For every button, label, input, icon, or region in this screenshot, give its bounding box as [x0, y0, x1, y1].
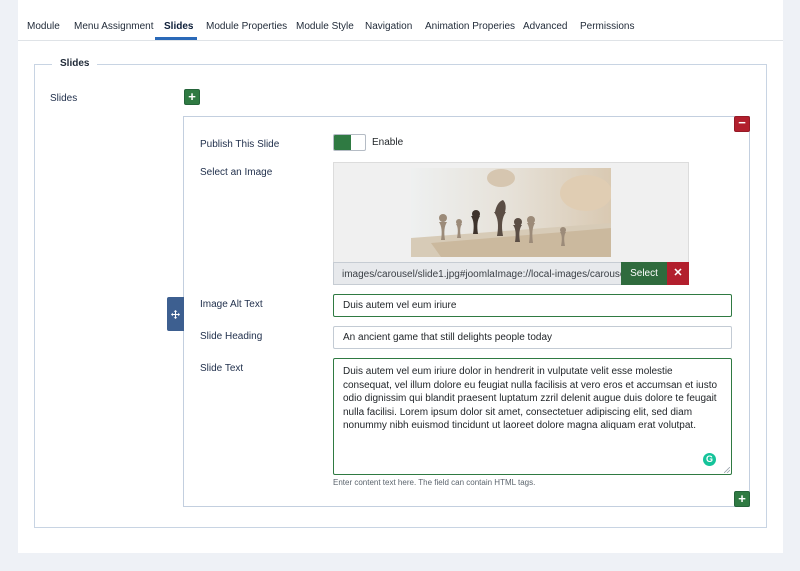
image-label: Select an Image: [200, 167, 273, 178]
publish-label: Publish This Slide: [200, 139, 280, 150]
grammarly-icon[interactable]: G: [703, 453, 716, 466]
tab-menu-assignment[interactable]: Menu Assignment: [74, 21, 154, 32]
alt-text-label: Image Alt Text: [200, 299, 263, 310]
tab-advanced[interactable]: Advanced: [523, 21, 567, 32]
tab-permissions[interactable]: Permissions: [580, 21, 634, 32]
tab-module-style[interactable]: Module Style: [296, 21, 354, 32]
toggle-on-indicator: [334, 135, 351, 150]
slides-field-label: Slides: [50, 93, 78, 104]
resize-grip-icon[interactable]: [724, 467, 730, 473]
publish-state-label: Enable: [372, 137, 404, 148]
image-preview-area: [333, 162, 689, 262]
tab-navigation[interactable]: Navigation: [365, 21, 412, 32]
active-tab-indicator: [155, 37, 197, 40]
chess-image-preview: [411, 168, 611, 257]
module-editor-panel: Module Menu Assignment Slides Module Pro…: [18, 0, 783, 553]
slide-text-helper: Enter content text here. The field can c…: [333, 478, 536, 487]
publish-toggle[interactable]: [333, 134, 366, 151]
clear-image-button[interactable]: ✕: [667, 262, 689, 285]
tab-animation-properies[interactable]: Animation Properies: [425, 21, 515, 32]
slide-text-textarea[interactable]: Duis autem vel eum iriure dolor in hendr…: [333, 358, 732, 475]
move-icon: [171, 309, 180, 319]
heading-input[interactable]: [333, 326, 732, 349]
slide-text-label: Slide Text: [200, 363, 244, 374]
select-image-button[interactable]: Select: [621, 262, 667, 285]
image-path-field[interactable]: images/carousel/slide1.jpg#joomlaImage:/…: [333, 262, 621, 285]
drag-handle[interactable]: [167, 297, 184, 331]
heading-label: Slide Heading: [200, 331, 263, 342]
remove-slide-button[interactable]: −: [734, 116, 750, 132]
add-slide-after-button[interactable]: +: [734, 491, 750, 507]
add-slide-button[interactable]: +: [184, 89, 200, 105]
tab-slides[interactable]: Slides: [164, 21, 193, 32]
alt-text-input[interactable]: [333, 294, 732, 317]
tab-module-properties[interactable]: Module Properties: [206, 21, 287, 32]
tab-bar: Module Menu Assignment Slides Module Pro…: [18, 0, 783, 41]
fieldset-legend: Slides: [52, 58, 98, 69]
tab-module[interactable]: Module: [27, 21, 60, 32]
